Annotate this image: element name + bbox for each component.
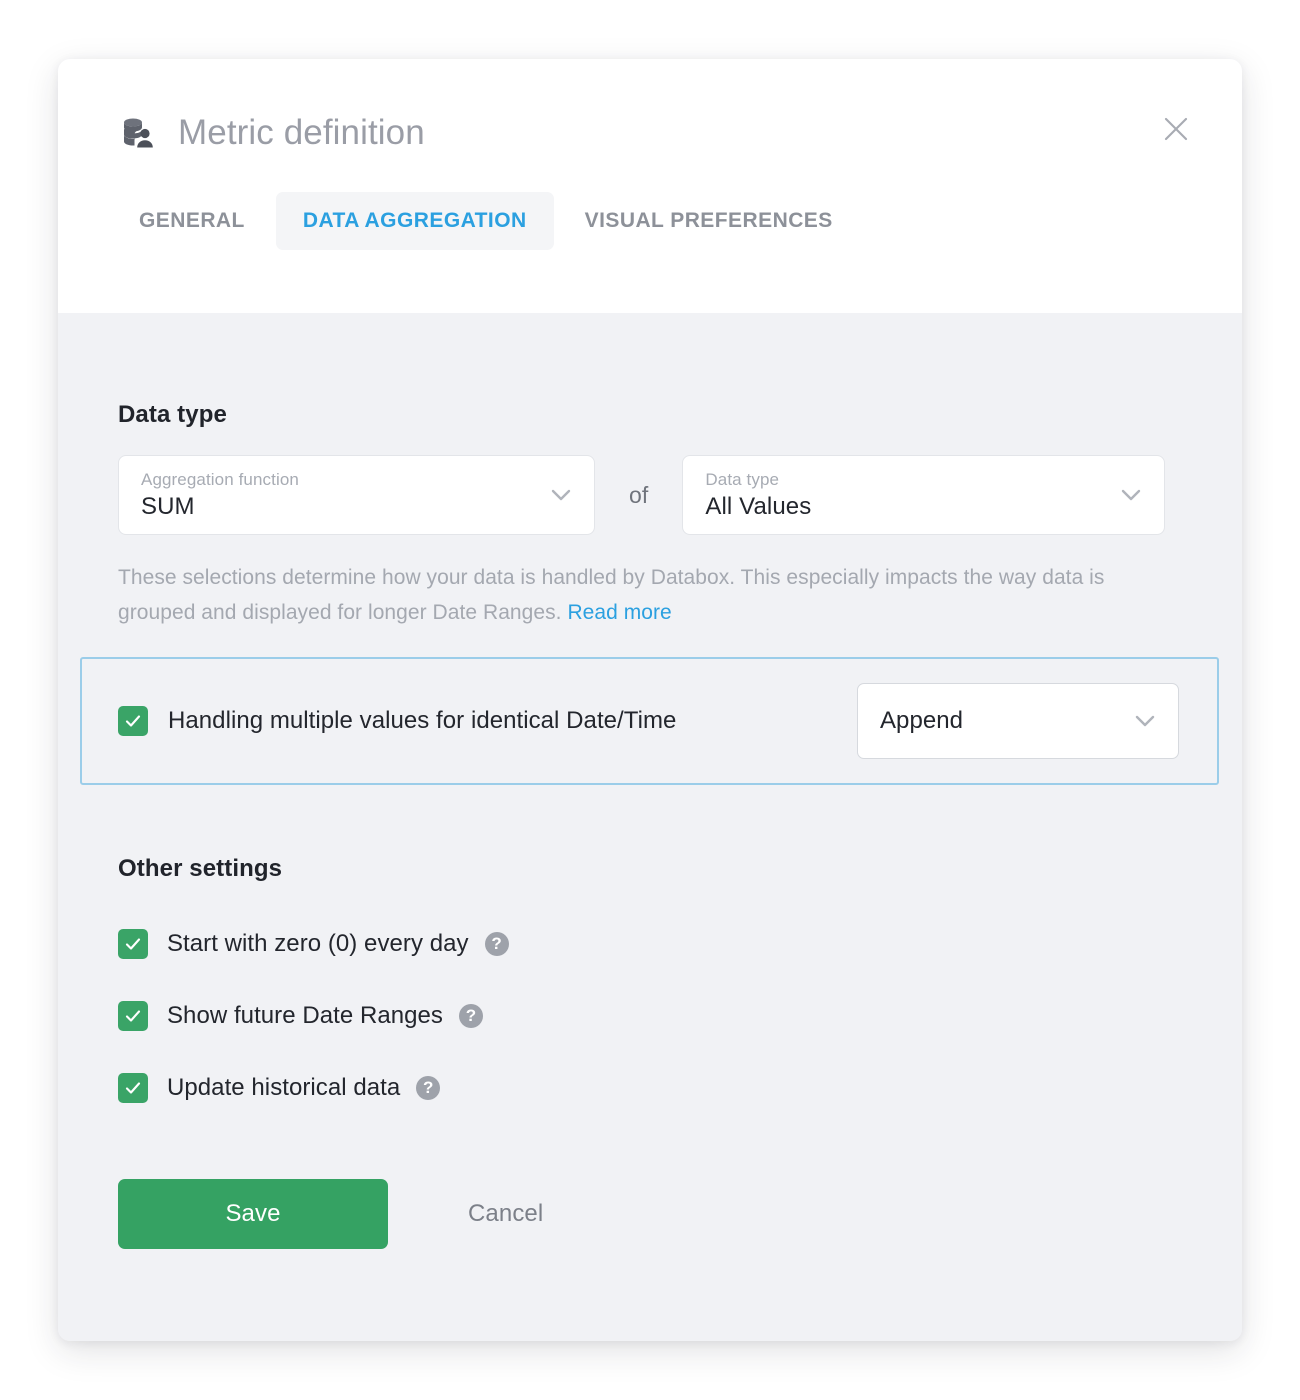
read-more-link[interactable]: Read more xyxy=(567,601,671,624)
of-separator: of xyxy=(629,481,649,508)
start-with-zero-label: Start with zero (0) every day xyxy=(167,929,469,957)
save-button[interactable]: Save xyxy=(118,1178,388,1249)
close-icon xyxy=(1163,116,1189,142)
check-icon xyxy=(123,1006,143,1026)
database-user-icon xyxy=(120,116,154,150)
handling-multiple-values-checkbox[interactable] xyxy=(118,705,148,736)
aggregation-row: Aggregation function SUM of Data type Al… xyxy=(118,455,1182,535)
multiple-values-highlight-box: Handling multiple values for identical D… xyxy=(80,656,1219,785)
data-type-label: Data type xyxy=(705,469,780,489)
metric-definition-modal: Metric definition GENERAL DATA AGGREGATI… xyxy=(58,59,1242,1341)
option-update-historical-data: Update historical data ? xyxy=(118,1072,1182,1103)
start-with-zero-checkbox[interactable] xyxy=(118,928,148,959)
multiple-values-mode-value: Append xyxy=(880,706,964,734)
tab-visual-preferences[interactable]: VISUAL PREFERENCES xyxy=(558,192,860,250)
chevron-down-icon xyxy=(548,482,574,508)
chevron-down-icon xyxy=(1132,708,1158,734)
cancel-button[interactable]: Cancel xyxy=(468,1200,543,1228)
check-icon xyxy=(123,1078,143,1098)
check-icon xyxy=(123,934,143,954)
show-future-date-ranges-checkbox[interactable] xyxy=(118,1000,148,1031)
modal-body: Data type Aggregation function SUM of Da… xyxy=(58,313,1242,1341)
aggregation-function-select[interactable]: Aggregation function SUM xyxy=(118,455,595,535)
help-icon[interactable]: ? xyxy=(484,931,509,956)
close-button[interactable] xyxy=(1154,107,1198,151)
data-type-select[interactable]: Data type All Values xyxy=(682,455,1166,535)
tab-general[interactable]: GENERAL xyxy=(112,192,272,250)
modal-footer: Save Cancel xyxy=(118,1178,1182,1249)
chevron-down-icon xyxy=(1118,482,1144,508)
tab-data-aggregation[interactable]: DATA AGGREGATION xyxy=(275,192,554,250)
other-settings-list: Start with zero (0) every day ? Show fut… xyxy=(118,928,1182,1103)
modal-header: Metric definition GENERAL DATA AGGREGATI… xyxy=(58,59,1242,313)
aggregation-function-value: SUM xyxy=(141,492,195,520)
update-historical-data-label: Update historical data xyxy=(167,1073,401,1101)
multiple-values-mode-select[interactable]: Append xyxy=(857,682,1179,759)
update-historical-data-checkbox[interactable] xyxy=(118,1072,148,1103)
data-type-value: All Values xyxy=(705,492,812,520)
check-icon xyxy=(123,711,143,731)
data-type-heading: Data type xyxy=(118,401,227,428)
title-row: Metric definition xyxy=(58,59,1242,150)
help-icon[interactable]: ? xyxy=(458,1003,483,1028)
show-future-date-ranges-label: Show future Date Ranges xyxy=(167,1001,443,1029)
handling-multiple-values-label: Handling multiple values for identical D… xyxy=(168,706,677,734)
option-show-future-date-ranges: Show future Date Ranges ? xyxy=(118,1000,1182,1031)
aggregation-function-label: Aggregation function xyxy=(141,469,299,489)
help-icon[interactable]: ? xyxy=(416,1075,441,1100)
tab-bar: GENERAL DATA AGGREGATION VISUAL PREFEREN… xyxy=(58,192,1242,250)
option-start-with-zero: Start with zero (0) every day ? xyxy=(118,928,1182,959)
helper-text: These selections determine how your data… xyxy=(118,560,1178,631)
other-settings-heading: Other settings xyxy=(118,854,283,882)
page-title: Metric definition xyxy=(178,113,425,152)
